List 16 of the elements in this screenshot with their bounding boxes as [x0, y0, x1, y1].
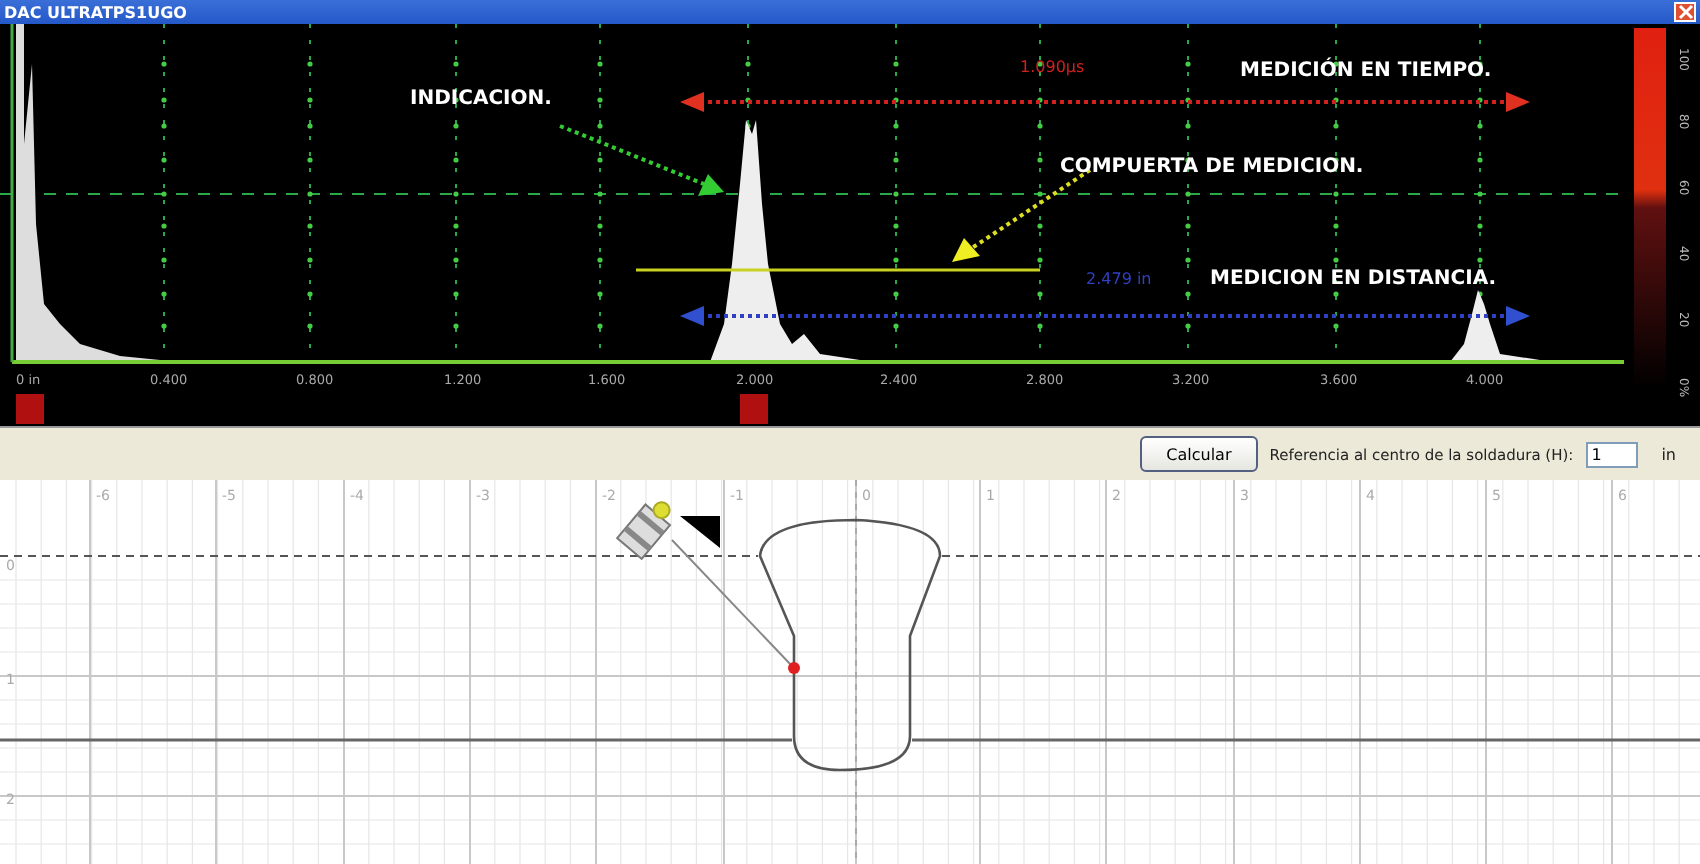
annotation-label: MEDICIÓN EN TIEMPO. — [1240, 60, 1492, 82]
annotation-label: MEDICION EN DISTANCIA. — [1210, 268, 1497, 290]
gate-marker — [16, 394, 44, 424]
gate-marker — [740, 394, 768, 424]
unit-label: in — [1661, 445, 1676, 463]
measurement-readout: 1.090μs — [1020, 58, 1085, 76]
beam-path-line — [671, 539, 793, 667]
measurement-readout: 2.479 in — [1086, 270, 1152, 288]
focal-point-dot — [788, 662, 800, 674]
close-button[interactable] — [1674, 2, 1696, 22]
reference-input-field[interactable]: 1 — [1585, 441, 1638, 467]
annotation-label: COMPUERTA DE MEDICION. — [1060, 156, 1364, 178]
annotation-label: INDICACION. — [410, 88, 552, 110]
close-icon — [1677, 4, 1693, 20]
window-title: DAC ULTRATPS1UGO — [4, 3, 187, 21]
calculate-button[interactable]: Calcular — [1140, 436, 1258, 472]
